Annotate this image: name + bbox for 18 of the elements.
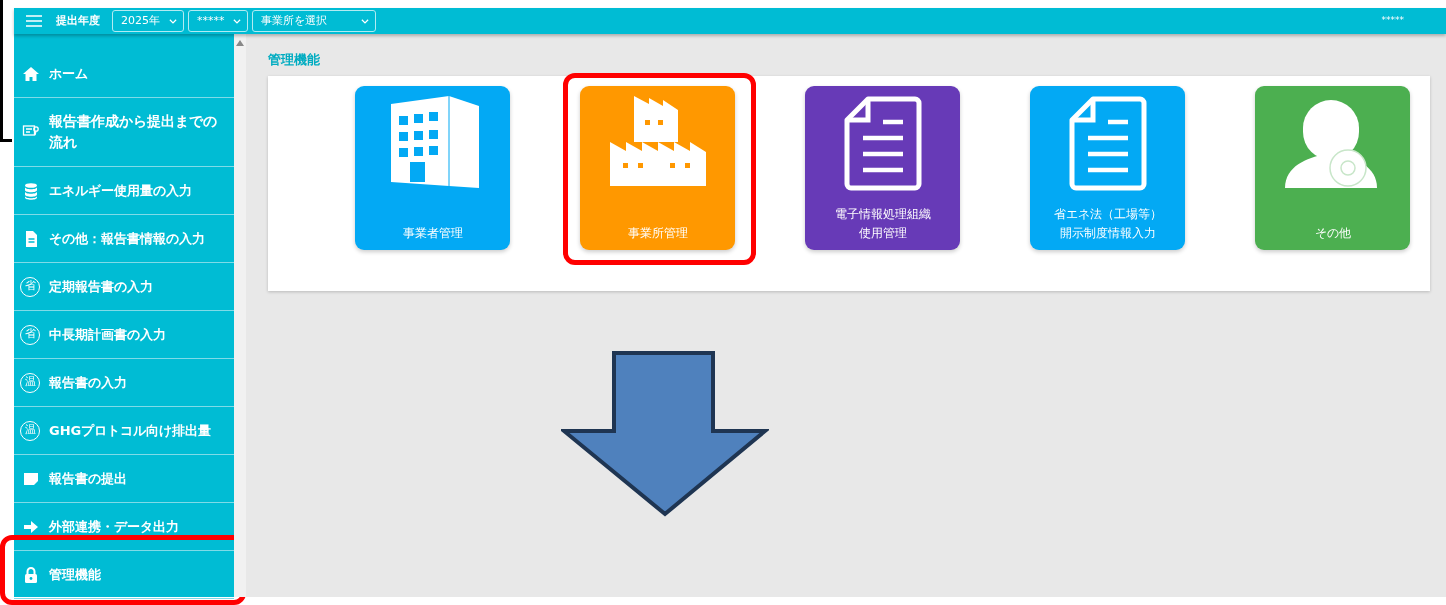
tile-button[interactable]: 事業所管理	[580, 85, 735, 250]
menu-icon[interactable]	[26, 15, 42, 27]
tile-button[interactable]: その他	[1255, 85, 1410, 250]
user-name: *****	[1381, 14, 1404, 28]
select-field[interactable]: *****	[188, 10, 248, 32]
section-heading: 管理機能	[268, 51, 321, 69]
tile-button[interactable]: 事業者管理	[355, 85, 510, 250]
home-icon	[22, 64, 40, 83]
tile-button[interactable]: 電子情報処理組織 使用管理	[805, 85, 960, 250]
document-icon	[842, 95, 923, 192]
database-icon	[22, 181, 40, 200]
select-field[interactable]: 2025年	[112, 10, 184, 32]
select-field[interactable]: 事業所を選択	[252, 10, 376, 32]
tile-button[interactable]: 省エネ法（工場等） 開示制度情報入力	[1030, 85, 1185, 250]
document-icon	[1067, 95, 1148, 192]
year-label: 提出年度	[56, 12, 100, 29]
lock-icon	[22, 565, 40, 584]
scroll-up-icon[interactable]	[236, 40, 244, 46]
